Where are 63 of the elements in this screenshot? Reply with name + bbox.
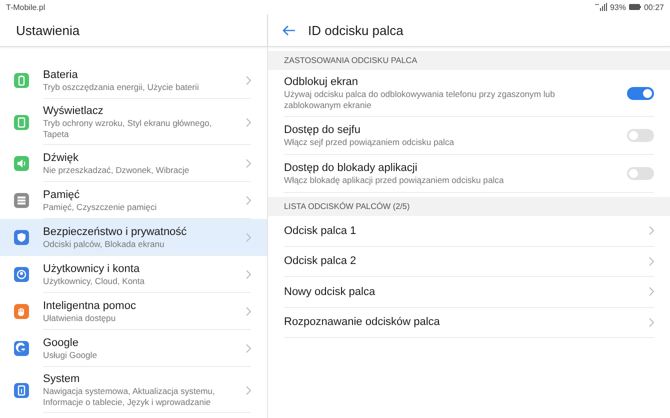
option-description: Włącz blokadę aplikacji przed powiązaniem odcisku palca xyxy=(284,175,505,186)
list-item[interactable]: Odcisk palca 2 xyxy=(284,246,654,277)
item-title: Pamięć xyxy=(43,188,81,202)
battery-icon xyxy=(628,4,641,10)
item-title: Wyświetlacz xyxy=(43,104,104,118)
section-header: ZASTOSOWANIA ODCISKU PALCA xyxy=(284,56,418,65)
clock: 00:27 xyxy=(644,2,664,12)
item-title: Google xyxy=(43,336,80,350)
chevron-icon xyxy=(246,118,251,126)
toggle-switch[interactable] xyxy=(627,86,654,100)
settings-item[interactable]: Wyświetlacz Tryb ochrony wzroku, Styl ekranu głównego, Tapeta xyxy=(0,99,267,145)
chevron-icon xyxy=(246,270,251,279)
carrier-name: T-Mobile.pl xyxy=(6,2,46,12)
item-subtitle: Tryb oszczędzania energii, Użycie baterii xyxy=(43,82,200,93)
chevron-icon xyxy=(649,226,654,236)
item-subtitle: Pamięć, Czyszczenie pamięci xyxy=(43,202,158,213)
battery-percent: 93% xyxy=(610,2,626,12)
back-icon[interactable] xyxy=(282,24,296,36)
chevron-icon xyxy=(246,233,251,242)
item-title: System xyxy=(43,372,81,386)
option-description: Używaj odcisku palca do odblokowywania telefonu przy zgaszonym lub zablokowanym ekranie xyxy=(284,89,556,111)
settings-item[interactable]: System Nawigacja systemowa, Aktualizacja systemu, Informacje o tablecie, Język i wprowadzanie xyxy=(0,367,267,413)
item-title: Bateria xyxy=(43,68,79,82)
chevron-icon xyxy=(246,76,251,85)
item-title: Dźwięk xyxy=(43,151,80,165)
item-title: Inteligentna pomoc xyxy=(43,299,137,313)
list-item[interactable]: Odcisk palca 1 xyxy=(284,216,654,246)
chevron-icon xyxy=(246,307,251,316)
settings-item[interactable]: Pamięć Pamięć, Czyszczenie pamięci xyxy=(0,182,267,219)
chevron-icon xyxy=(246,386,251,394)
settings-item[interactable]: Użytkownicy i konta Użytkownicy, Cloud, Konta xyxy=(0,256,267,293)
item-title: Bezpieczeństwo i prywatność xyxy=(43,225,188,239)
settings-item[interactable]: Dźwięk Nie przeszkadzać, Dzwonek, Wibracje xyxy=(0,145,267,182)
item-subtitle: Użytkownicy, Cloud, Konta xyxy=(43,276,146,287)
chevron-icon xyxy=(246,196,251,205)
chevron-icon xyxy=(649,287,654,296)
item-subtitle: Nawigacja systemowa, Aktualizacja systemu, Informacje o tablecie, Język i wprowadzanie xyxy=(43,386,216,408)
option-title: Odblokuj ekran xyxy=(284,75,359,89)
item-subtitle: Odciski palców, Blokada ekranu xyxy=(43,239,166,250)
list-item[interactable]: Rozpoznawanie odcisków palca xyxy=(284,308,654,338)
chevron-icon xyxy=(246,344,251,353)
chevron-icon xyxy=(649,318,654,327)
option-title: Dostęp do blokady aplikacji xyxy=(284,161,418,175)
signal-icon xyxy=(594,3,607,11)
chevron-icon xyxy=(246,159,251,168)
item-subtitle: Tryb ochrony wzroku, Styl ekranu głównego, Tapeta xyxy=(43,118,213,140)
settings-item[interactable]: Google Usługi Google xyxy=(0,330,267,367)
item-subtitle: Usługi Google xyxy=(43,350,98,361)
settings-item[interactable]: Bezpieczeństwo i prywatność Odciski palców, Blokada ekranu xyxy=(0,219,267,256)
list-item[interactable]: Nowy odcisk palca xyxy=(284,277,654,308)
item-title: Użytkownicy i konta xyxy=(43,262,141,276)
chevron-icon xyxy=(649,256,654,266)
settings-item[interactable]: Inteligentna pomoc Ułatwienia dostępu xyxy=(0,293,267,330)
toggle-switch[interactable] xyxy=(627,129,654,142)
option-description: Włącz sejf przed powiązaniem odcisku palca xyxy=(284,137,456,148)
item-subtitle: Ułatwienia dostępu xyxy=(43,313,117,324)
item-subtitle: Nie przeszkadzać, Dzwonek, Wibracje xyxy=(43,165,190,176)
option-title: Dostęp do sejfu xyxy=(284,123,362,137)
section-header: LISTA ODCISKÓW PALCÓW (2/5) xyxy=(284,202,410,211)
page-title: ID odcisku palca xyxy=(308,22,404,38)
toggle-switch[interactable] xyxy=(627,167,654,180)
settings-item[interactable]: Bateria Tryb oszczędzania energii, Użycie baterii xyxy=(0,62,267,99)
sidebar-title: Ustawienia xyxy=(16,22,80,38)
